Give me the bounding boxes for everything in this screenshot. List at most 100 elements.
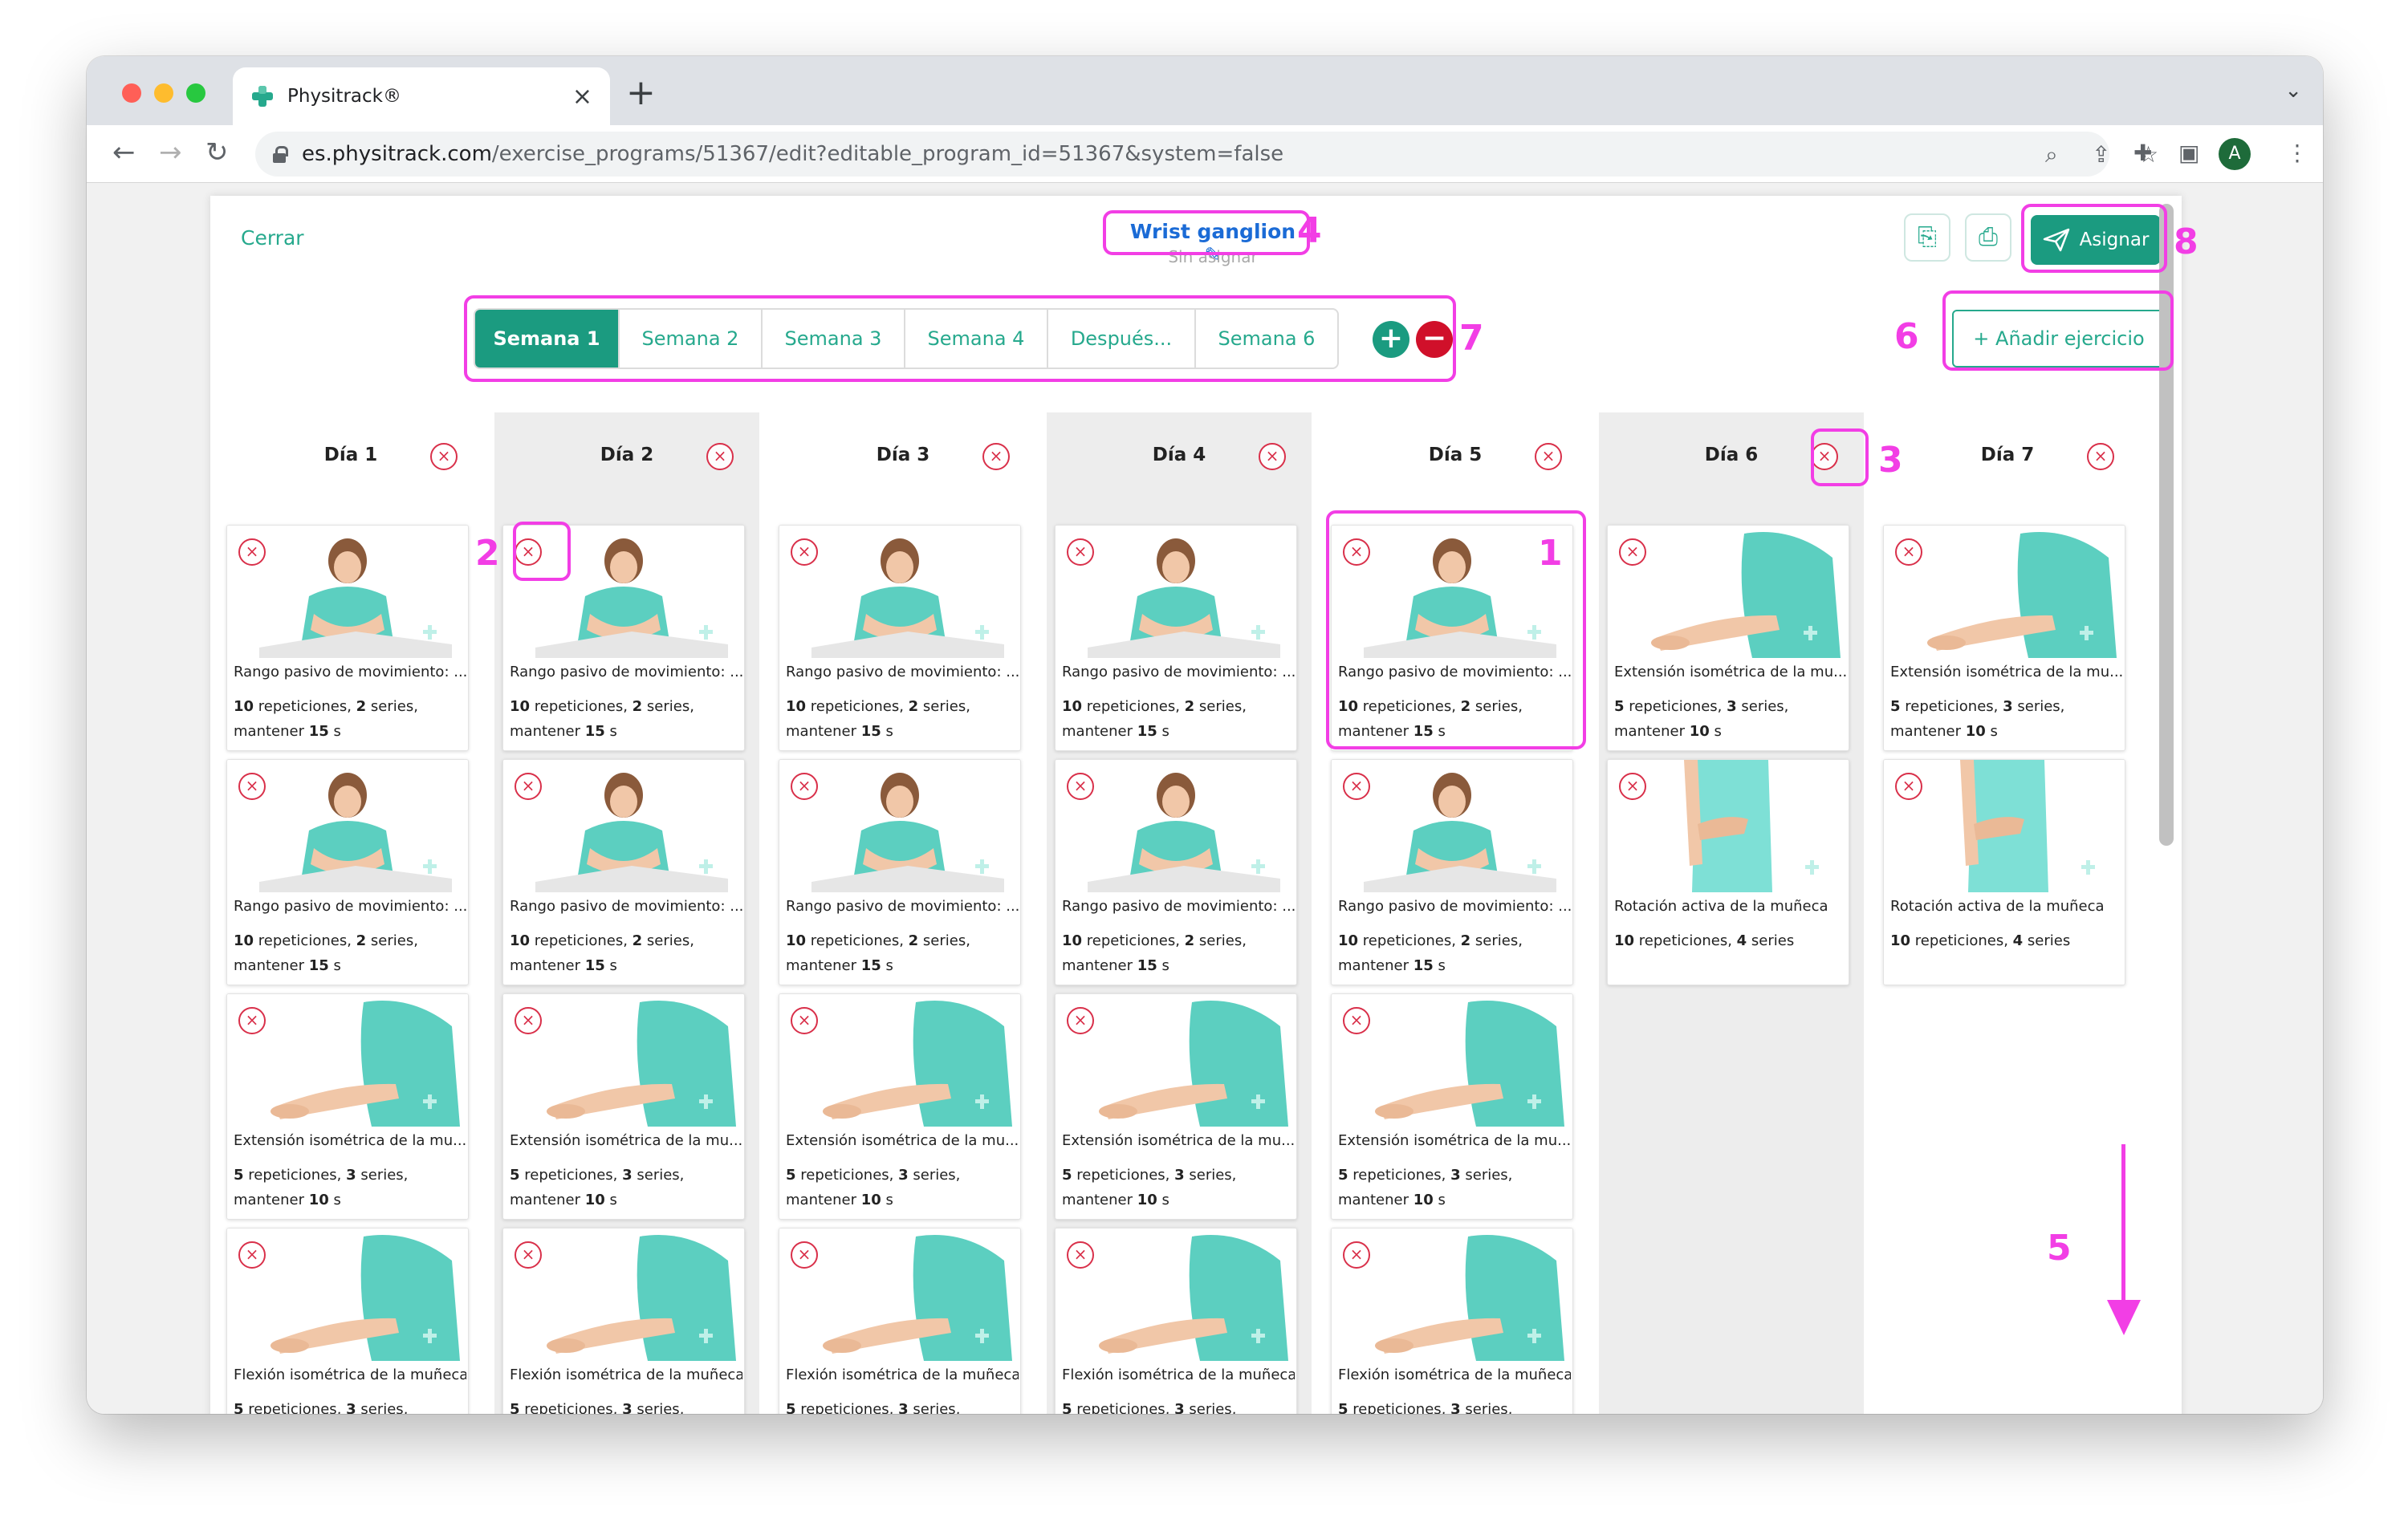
exercise-title: Rango pasivo de movimiento: ... <box>234 898 466 915</box>
reps-value: 10 <box>510 698 531 715</box>
exercise-card[interactable]: × Rango pasivo de movimiento: ... 10 repet… <box>1055 525 1297 751</box>
remove-exercise-close-icon[interactable]: × <box>791 1007 818 1034</box>
tab-title: Physitrack® <box>287 86 401 107</box>
remove-exercise-close-icon[interactable]: × <box>238 773 266 800</box>
exercise-card[interactable]: × Extensión isométrica de la mu... 5 repet… <box>1607 525 1849 751</box>
back-icon[interactable]: ← <box>112 136 136 169</box>
exercise-dosage: 10 repeticiones, 2 series, mantener 15 s <box>786 932 970 974</box>
exercise-card[interactable]: × Extensión isométrica de la mu... 5 repet… <box>779 993 1021 1220</box>
exercise-card[interactable]: × Flexión isométrica de la muñeca 5 repeti… <box>1055 1228 1297 1414</box>
sets-value: 3 <box>346 1401 356 1414</box>
address-bar[interactable]: es.physitrack.com/exercise_programs/5136… <box>255 132 2158 177</box>
remove-exercise-close-icon[interactable]: × <box>1343 1241 1370 1269</box>
remove-exercise-close-icon[interactable]: × <box>1067 1007 1094 1034</box>
exercise-title: Rango pasivo de movimiento: ... <box>510 898 742 915</box>
extension-icon[interactable]: ✚ <box>2133 140 2152 166</box>
remove-exercise-close-icon[interactable]: × <box>1895 538 1922 566</box>
remove-exercise-close-icon[interactable]: × <box>238 538 266 566</box>
exercise-dosage: 5 repeticiones, 3 series, mantener 10 s <box>1890 698 2065 740</box>
remove-day-close-icon[interactable]: × <box>2087 443 2114 470</box>
remove-exercise-close-icon[interactable]: × <box>1067 538 1094 566</box>
exercise-card[interactable]: × Flexión isométrica de la muñeca 5 repeti… <box>226 1228 469 1414</box>
exercise-title: Flexión isométrica de la muñeca <box>510 1367 742 1383</box>
tab-search-chevron-icon[interactable]: ⌄ <box>2284 79 2302 103</box>
close-window-button[interactable] <box>122 83 141 103</box>
hold-value: 10 <box>584 1192 605 1208</box>
hold-value: 10 <box>1137 1192 1157 1208</box>
exercise-card[interactable]: × Rotación activa de la muñeca 10 repetici… <box>1883 759 2125 985</box>
close-link[interactable]: Cerrar <box>241 226 304 250</box>
exercise-title: Flexión isométrica de la muñeca <box>786 1367 1019 1383</box>
exercise-dosage: 10 repeticiones, 4 series <box>1890 932 2071 949</box>
profile-avatar[interactable]: A <box>2219 138 2251 170</box>
exercise-card[interactable]: × Rango pasivo de movimiento: ... 10 repet… <box>226 525 469 751</box>
exercise-card[interactable]: × Extensión isométrica de la mu... 5 repet… <box>226 993 469 1220</box>
print-button[interactable]: ⎙ <box>1965 213 2011 262</box>
remove-day-close-icon[interactable]: × <box>430 443 458 470</box>
sets-value: 2 <box>1460 932 1471 949</box>
physitrack-logo-icon <box>252 86 273 107</box>
remove-exercise-close-icon[interactable]: × <box>791 538 818 566</box>
exercise-card[interactable]: × Flexión isométrica de la muñeca 5 repeti… <box>779 1228 1021 1414</box>
exercise-dosage: 5 repeticiones, 3 series, mantener 10 s <box>1062 1167 1237 1208</box>
remove-day-close-icon[interactable]: × <box>982 443 1010 470</box>
remove-exercise-close-icon[interactable]: × <box>791 1241 818 1269</box>
remove-exercise-close-icon[interactable]: × <box>1067 1241 1094 1269</box>
remove-exercise-close-icon[interactable]: × <box>1343 773 1370 800</box>
exercise-card[interactable]: × Rotación activa de la muñeca 10 repetici… <box>1607 759 1849 985</box>
sets-value: 3 <box>898 1167 909 1184</box>
reps-value: 10 <box>786 932 807 949</box>
exercise-card[interactable]: × Extensión isométrica de la mu... 5 repet… <box>1331 993 1573 1220</box>
highlight-day-remove <box>1811 428 1869 486</box>
menu-icon[interactable]: ⋮ <box>2286 140 2308 166</box>
reload-icon[interactable]: ↻ <box>205 136 229 169</box>
annotation-number: 6 <box>1894 316 1919 357</box>
hold-value: 15 <box>1137 957 1157 974</box>
remove-day-close-icon[interactable]: × <box>1535 443 1562 470</box>
maximize-window-button[interactable] <box>186 83 205 103</box>
day-column: Día 6 × × Extensión isométrica de la mu... 5… <box>1599 412 1864 1414</box>
exercise-card[interactable]: × Extensión isométrica de la mu... 5 repet… <box>1883 525 2125 751</box>
exercise-card[interactable]: × Rango pasivo de movimiento: ... 10 repet… <box>779 759 1021 985</box>
minimize-window-button[interactable] <box>154 83 173 103</box>
remove-exercise-close-icon[interactable]: × <box>238 1007 266 1034</box>
remove-exercise-close-icon[interactable]: × <box>1067 773 1094 800</box>
remove-exercise-close-icon[interactable]: × <box>791 773 818 800</box>
sets-value: 3 <box>622 1167 633 1184</box>
exercise-card[interactable]: × Extensión isométrica de la mu... 5 repet… <box>1055 993 1297 1220</box>
remove-exercise-close-icon[interactable]: × <box>515 1241 542 1269</box>
remove-exercise-close-icon[interactable]: × <box>1619 773 1646 800</box>
sets-value: 3 <box>1727 698 1737 715</box>
highlight-program-title <box>1103 210 1310 255</box>
remove-exercise-close-icon[interactable]: × <box>1895 773 1922 800</box>
share-icon[interactable]: ⇪ <box>2092 141 2110 168</box>
exercise-card[interactable]: × Rango pasivo de movimiento: ... 10 repet… <box>1055 759 1297 985</box>
remove-exercise-close-icon[interactable]: × <box>515 773 542 800</box>
new-tab-icon[interactable]: + <box>626 72 656 113</box>
zoom-icon[interactable]: ⌕ <box>2045 141 2058 169</box>
exercise-card[interactable]: × Rango pasivo de movimiento: ... 10 repet… <box>502 759 745 985</box>
remove-exercise-close-icon[interactable]: × <box>1619 538 1646 566</box>
remove-day-close-icon[interactable]: × <box>1259 443 1286 470</box>
remove-day-close-icon[interactable]: × <box>706 443 734 470</box>
exercise-card[interactable]: × Rango pasivo de movimiento: ... 10 repet… <box>779 525 1021 751</box>
exercise-card[interactable]: × Flexión isométrica de la muñeca 5 repeti… <box>1331 1228 1573 1414</box>
tab-close-icon[interactable]: × <box>572 83 592 111</box>
reps-value: 10 <box>1062 932 1083 949</box>
exercise-card[interactable]: × Rango pasivo de movimiento: ... 10 repet… <box>1331 759 1573 985</box>
remove-exercise-close-icon[interactable]: × <box>515 1007 542 1034</box>
exercise-title: Rango pasivo de movimiento: ... <box>786 898 1019 915</box>
sidepanel-icon[interactable]: ▣ <box>2178 140 2199 166</box>
exercise-card[interactable]: × Rango pasivo de movimiento: ... 10 repet… <box>226 759 469 985</box>
browser-window: Physitrack® × + ⌄ ← → ↻ es.physitrack.co… <box>87 56 2323 1414</box>
copy-button[interactable]: ⎘ <box>1904 213 1950 262</box>
forward-icon[interactable]: → <box>159 136 182 169</box>
remove-exercise-close-icon[interactable]: × <box>238 1241 266 1269</box>
remove-exercise-close-icon[interactable]: × <box>1343 1007 1370 1034</box>
reps-value: 5 <box>1062 1401 1072 1414</box>
exercise-card[interactable]: × Flexión isométrica de la muñeca 5 repeti… <box>502 1228 745 1414</box>
annotation-number: 2 <box>475 533 500 574</box>
exercise-card[interactable]: × Extensión isométrica de la mu... 5 repet… <box>502 993 745 1220</box>
annotation-number: 4 <box>1297 210 1322 251</box>
browser-tab[interactable]: Physitrack® × <box>233 67 610 125</box>
